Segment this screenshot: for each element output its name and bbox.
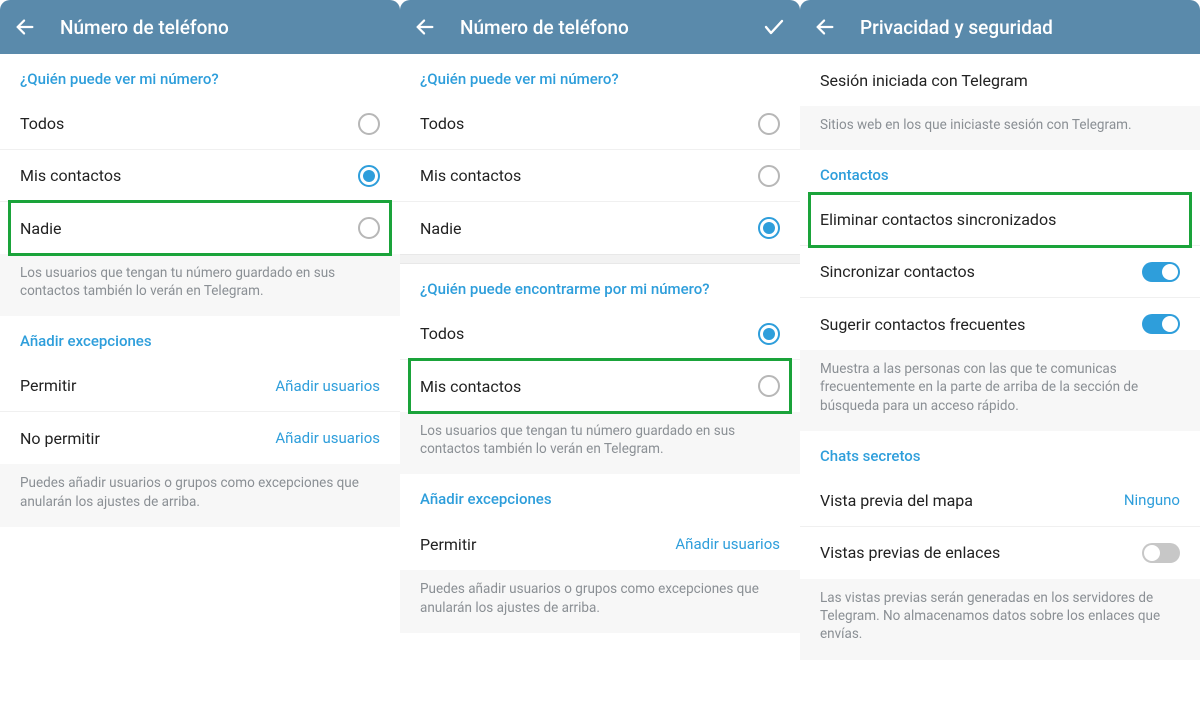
row-label: Permitir bbox=[20, 376, 275, 395]
option-everyone[interactable]: Todos bbox=[400, 98, 800, 150]
option-label: Todos bbox=[20, 114, 358, 133]
option-label: Todos bbox=[420, 324, 758, 343]
option-nobody[interactable]: Nadie bbox=[0, 202, 400, 254]
option-label: Todos bbox=[420, 114, 758, 133]
row-link-previews[interactable]: Vistas previas de enlaces bbox=[800, 527, 1200, 579]
row-label: No permitir bbox=[20, 429, 275, 448]
header-title: Privacidad y seguridad bbox=[860, 16, 1186, 39]
row-telegram-session[interactable]: Sesión iniciada con Telegram bbox=[800, 54, 1200, 106]
header-title: Número de teléfono bbox=[60, 16, 386, 39]
panel-phone-number-2: Número de teléfono ¿Quién puede ver mi n… bbox=[400, 0, 800, 701]
app-header: Número de teléfono bbox=[0, 0, 400, 54]
row-label: Permitir bbox=[420, 535, 675, 554]
link-previews-hint: Las vistas previas serán generadas en lo… bbox=[800, 579, 1200, 660]
row-label: Eliminar contactos sincronizados bbox=[820, 210, 1180, 229]
radio-icon bbox=[358, 165, 380, 187]
add-users-link[interactable]: Añadir usuarios bbox=[675, 535, 780, 553]
row-map-preview[interactable]: Vista previa del mapa Ninguno bbox=[800, 475, 1200, 527]
option-everyone-find[interactable]: Todos bbox=[400, 308, 800, 360]
option-everyone[interactable]: Todos bbox=[0, 98, 400, 150]
row-delete-synced-contacts[interactable]: Eliminar contactos sincronizados bbox=[800, 194, 1200, 246]
row-label: Sugerir contactos frecuentes bbox=[820, 315, 1142, 334]
section-exceptions: Añadir excepciones bbox=[0, 316, 400, 360]
option-my-contacts-find[interactable]: Mis contactos bbox=[400, 360, 800, 412]
option-label: Mis contactos bbox=[20, 166, 358, 185]
exceptions-hint: Puedes añadir usuarios o grupos como exc… bbox=[400, 570, 800, 632]
toggle-off-icon[interactable] bbox=[1142, 543, 1180, 563]
exceptions-hint: Puedes añadir usuarios o grupos como exc… bbox=[0, 464, 400, 526]
option-label: Nadie bbox=[420, 219, 758, 238]
option-label: Mis contactos bbox=[420, 377, 758, 396]
panel-phone-number-1: Número de teléfono ¿Quién puede ver mi n… bbox=[0, 0, 400, 701]
section-contacts: Contactos bbox=[800, 150, 1200, 194]
row-deny[interactable]: No permitir Añadir usuarios bbox=[0, 412, 400, 464]
app-header: Número de teléfono bbox=[400, 0, 800, 54]
section-who-can-see: ¿Quién puede ver mi número? bbox=[400, 54, 800, 98]
content: Sesión iniciada con Telegram Sitios web … bbox=[800, 54, 1200, 701]
content: ¿Quién puede ver mi número? Todos Mis co… bbox=[400, 54, 800, 701]
section-divider bbox=[400, 254, 800, 264]
check-icon[interactable] bbox=[762, 15, 786, 39]
sessions-hint: Sitios web en los que iniciaste sesión c… bbox=[800, 106, 1200, 150]
add-users-link[interactable]: Añadir usuarios bbox=[275, 377, 380, 395]
row-allow[interactable]: Permitir Añadir usuarios bbox=[0, 360, 400, 412]
panel-privacy-security: Privacidad y seguridad Sesión iniciada c… bbox=[800, 0, 1200, 701]
option-label: Nadie bbox=[20, 219, 358, 238]
radio-icon bbox=[358, 217, 380, 239]
frequent-hint: Muestra a las personas con las que te co… bbox=[800, 350, 1200, 431]
row-label: Vistas previas de enlaces bbox=[820, 543, 1142, 562]
who-can-see-hint: Los usuarios que tengan tu número guarda… bbox=[0, 254, 400, 316]
toggle-on-icon[interactable] bbox=[1142, 314, 1180, 334]
row-label: Vista previa del mapa bbox=[820, 491, 1124, 510]
radio-icon bbox=[758, 165, 780, 187]
option-my-contacts[interactable]: Mis contactos bbox=[400, 150, 800, 202]
section-who-can-find: ¿Quién puede encontrarme por mi número? bbox=[400, 264, 800, 308]
row-label: Sesión iniciada con Telegram bbox=[820, 71, 1180, 90]
row-sync-contacts[interactable]: Sincronizar contactos bbox=[800, 246, 1200, 298]
app-header: Privacidad y seguridad bbox=[800, 0, 1200, 54]
option-nobody[interactable]: Nadie bbox=[400, 202, 800, 254]
section-secret-chats: Chats secretos bbox=[800, 431, 1200, 475]
who-can-find-hint: Los usuarios que tengan tu número guarda… bbox=[400, 412, 800, 474]
row-allow[interactable]: Permitir Añadir usuarios bbox=[400, 518, 800, 570]
back-icon[interactable] bbox=[14, 16, 36, 38]
toggle-on-icon[interactable] bbox=[1142, 262, 1180, 282]
option-label: Mis contactos bbox=[420, 166, 758, 185]
radio-icon bbox=[758, 375, 780, 397]
option-my-contacts[interactable]: Mis contactos bbox=[0, 150, 400, 202]
section-who-can-see: ¿Quién puede ver mi número? bbox=[0, 54, 400, 98]
radio-icon bbox=[758, 323, 780, 345]
section-exceptions: Añadir excepciones bbox=[400, 474, 800, 518]
content: ¿Quién puede ver mi número? Todos Mis co… bbox=[0, 54, 400, 701]
back-icon[interactable] bbox=[814, 16, 836, 38]
row-label: Sincronizar contactos bbox=[820, 262, 1142, 281]
radio-icon bbox=[358, 113, 380, 135]
radio-icon bbox=[758, 217, 780, 239]
add-users-link[interactable]: Añadir usuarios bbox=[275, 429, 380, 447]
row-value: Ninguno bbox=[1124, 491, 1180, 509]
row-suggest-frequent[interactable]: Sugerir contactos frecuentes bbox=[800, 298, 1200, 350]
radio-icon bbox=[758, 113, 780, 135]
header-title: Número de teléfono bbox=[460, 16, 738, 39]
back-icon[interactable] bbox=[414, 16, 436, 38]
